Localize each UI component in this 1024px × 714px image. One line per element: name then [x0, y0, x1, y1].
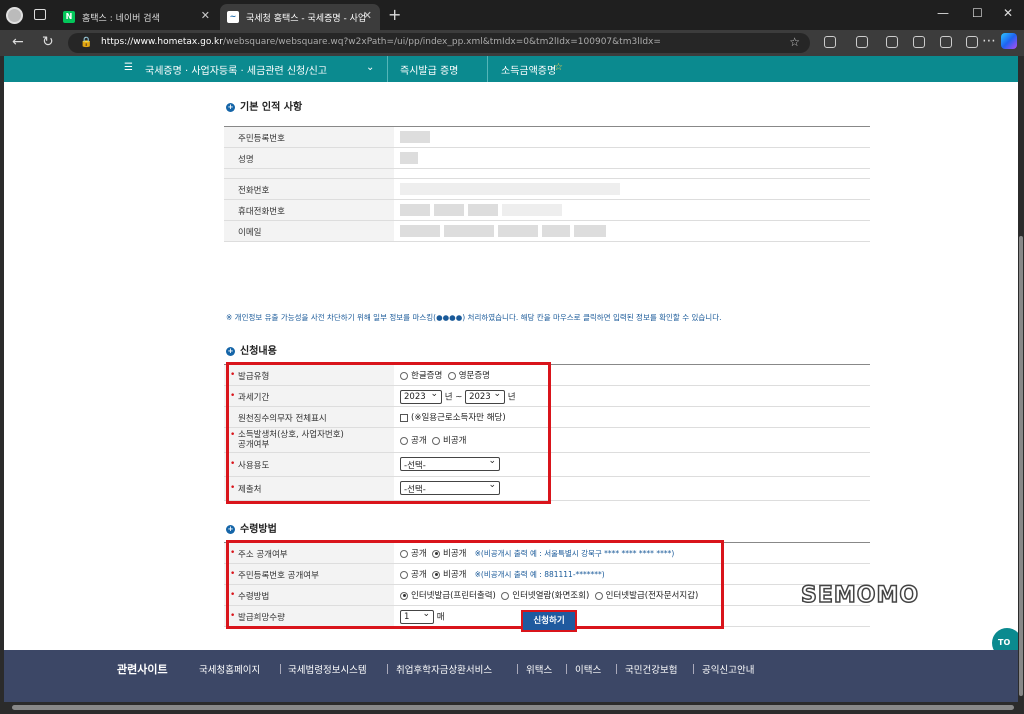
section-apply-title: + 신청내용 [226, 342, 277, 357]
nav-divider [470, 56, 488, 82]
vertical-scrollbar[interactable] [1018, 56, 1024, 702]
hometax-favicon-icon: ~ [227, 11, 239, 23]
back-icon[interactable]: ← [12, 34, 24, 50]
web-page: ☰ 국세증명 · 사업자등록 · 세금관련 신청/신고 ⌄ 즉시발급 증명 소득… [4, 56, 1018, 702]
masked-value[interactable] [400, 200, 566, 220]
minimize-icon[interactable]: — [937, 6, 949, 20]
footer-divider [387, 664, 388, 674]
footer-link[interactable]: 국민건강보험 [625, 662, 677, 676]
footer-title: 관련사이트 [117, 663, 168, 676]
table-row: 전화번호 [224, 179, 870, 200]
section-title-text: 수령방법 [240, 524, 277, 535]
horizontal-scrollbar[interactable] [0, 702, 1024, 714]
browser-essentials-icon[interactable] [966, 36, 978, 48]
extensions-icon[interactable] [824, 36, 836, 48]
more-menu-icon[interactable]: ⋯ [982, 33, 996, 49]
profile-avatar[interactable] [6, 7, 23, 24]
close-window-icon[interactable]: ✕ [1003, 6, 1013, 20]
footer-link[interactable]: 공익신고안내 [702, 662, 754, 676]
row-label: 이메일 [224, 221, 394, 241]
refresh-icon[interactable]: ↻ [42, 34, 54, 50]
tab-label: 홈택스 : 네이버 검색 [82, 14, 160, 24]
footer-divider [616, 664, 617, 674]
row-label [224, 169, 394, 178]
close-tab-icon[interactable]: ✕ [201, 9, 210, 22]
split-screen-icon[interactable] [886, 36, 898, 48]
footer-divider [280, 664, 281, 674]
favorite-star-icon[interactable]: ☆ [789, 35, 800, 49]
copilot-icon[interactable] [1001, 33, 1017, 49]
table-row: 휴대전화번호 [224, 200, 870, 221]
menu-icon[interactable]: ☰ [124, 62, 133, 73]
section-title-text: 신청내용 [240, 346, 277, 357]
new-tab-icon[interactable]: + [388, 5, 401, 24]
section-receive-title: + 수령방법 [226, 520, 277, 535]
footer-link[interactable]: 위택스 [526, 662, 552, 676]
basic-info-table: 주민등록번호 성명 전화번호 휴대전화번호 이메일 [224, 126, 870, 242]
highlight-receive [226, 540, 724, 629]
section-bullet-icon: + [226, 346, 235, 356]
table-row: 성명 [224, 148, 870, 169]
browser-tab-bar: N 홈택스 : 네이버 검색 ✕ ~ 국세청 홈택스 - 국세증명 - 사업 ✕… [0, 0, 1024, 30]
lock-icon: 🔒 [80, 37, 93, 48]
table-row: 이메일 [224, 221, 870, 242]
masked-value[interactable] [400, 221, 610, 241]
main-content: + 기본 인적 사항 주민등록번호 성명 전화번호 휴대전화번호 이메일 ※ 개인… [224, 82, 870, 642]
masked-value[interactable] [400, 148, 422, 168]
nav-crumb-instant[interactable]: 즉시발급 증명 [400, 62, 458, 77]
table-row: 주민등록번호 [224, 127, 870, 148]
tab-hometax[interactable]: ~ 국세청 홈택스 - 국세증명 - 사업 ✕ [220, 4, 380, 30]
url-host: https://www.hometax.go.kr [101, 37, 223, 47]
apply-button[interactable]: 신청하기 [521, 610, 577, 632]
section-title-text: 기본 인적 사항 [240, 102, 303, 113]
footer-divider [693, 664, 694, 674]
tab-naver[interactable]: N 홈택스 : 네이버 검색 ✕ [56, 4, 218, 30]
row-label: 주민등록번호 [224, 127, 394, 147]
tab-actions-icon[interactable] [34, 9, 46, 20]
highlight-apply [226, 362, 551, 504]
masked-value[interactable] [400, 127, 434, 147]
tab-label: 국세청 홈택스 - 국세증명 - 사업 [246, 14, 367, 24]
footer-divider [517, 664, 518, 674]
row-label: 전화번호 [224, 179, 394, 199]
close-tab-icon[interactable]: ✕ [363, 9, 372, 22]
section-bullet-icon: + [226, 524, 235, 534]
footer-link[interactable]: 이택스 [575, 662, 601, 676]
watermark: SEMOMO [800, 582, 920, 609]
footer: 관련사이트 국세청홈페이지 국세법령정보시스템 취업후학자금상환서비스 위택스 … [4, 650, 1018, 702]
footer-divider [566, 664, 567, 674]
masking-notice: ※ 개인정보 유출 가능성을 사전 차단하기 위해 일부 정보를 마스킹(●●●… [226, 313, 722, 322]
url-field[interactable]: 🔒 https://www.hometax.go.kr/websquare/web… [68, 33, 810, 53]
nav-menu-link[interactable]: 국세증명 · 사업자등록 · 세금관련 신청/신고 [145, 62, 327, 77]
masked-value[interactable] [400, 179, 624, 199]
favorite-star-icon[interactable]: ☆ [554, 62, 563, 73]
collections-icon[interactable] [940, 36, 952, 48]
favorites-icon[interactable] [913, 36, 925, 48]
naver-favicon-icon: N [63, 11, 75, 23]
table-row [224, 169, 870, 179]
row-label: 성명 [224, 148, 394, 168]
footer-link[interactable]: 취업후학자금상환서비스 [396, 662, 492, 676]
footer-link[interactable]: 국세법령정보시스템 [288, 662, 367, 676]
url-path: /websquare/websquare.wq?w2xPath=/ui/pp/i… [222, 37, 661, 47]
row-label: 휴대전화번호 [224, 200, 394, 220]
nav-crumb-income[interactable]: 소득금액증명 [501, 62, 556, 77]
maximize-icon[interactable]: ☐ [972, 6, 983, 20]
reading-view-icon[interactable] [856, 36, 868, 48]
section-basic-title: + 기본 인적 사항 [226, 98, 302, 113]
top-nav: ☰ 국세증명 · 사업자등록 · 세금관련 신청/신고 ⌄ 즉시발급 증명 소득… [4, 56, 1018, 82]
section-bullet-icon: + [226, 102, 235, 112]
address-bar-row: ← ↻ 🔒 https://www.hometax.go.kr/websquare… [0, 30, 1024, 56]
nav-divider [370, 56, 388, 82]
footer-link[interactable]: 국세청홈페이지 [199, 662, 260, 676]
